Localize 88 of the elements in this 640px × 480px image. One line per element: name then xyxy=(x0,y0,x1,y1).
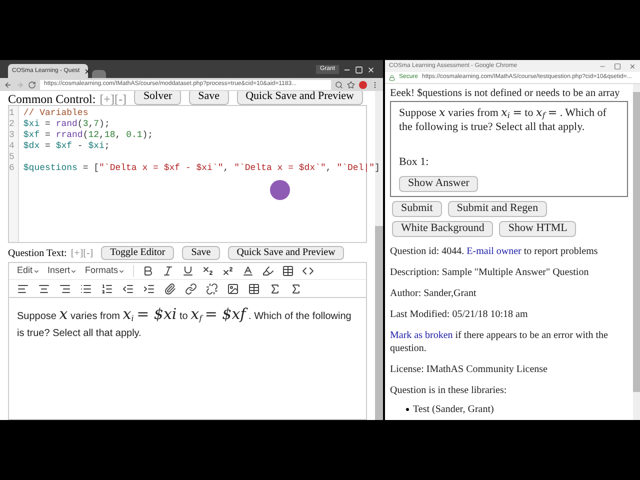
line-number: 5 xyxy=(9,152,14,163)
math-expression: = xyxy=(512,106,522,119)
sigma-icon[interactable] xyxy=(269,282,281,294)
editor-text[interactable]: Suppose x varies from x$_{i}$ = $xi to x$_{f}$ = $xf . Which of the following is true? Select all that apply. xyxy=(9,298,366,342)
table-icon[interactable] xyxy=(248,282,260,294)
info-text: Question id: 4044. E-mail owner to report problems xyxy=(390,244,599,258)
math-expression: = $xf xyxy=(204,305,246,323)
code-line: $questions = ["`Delta x = $xf - $xi`", "`Delta x = $dx`", "`Del|"] xyxy=(23,163,380,174)
info-text: Question is in these libraries: xyxy=(390,384,508,396)
code-line: $dx = $xf - $xi; xyxy=(23,141,111,152)
menu-button[interactable]: Formats xyxy=(85,264,126,278)
math-expression: x$_{f}$ xyxy=(190,305,202,323)
unlink-icon[interactable] xyxy=(206,282,218,294)
bold-icon[interactable] xyxy=(142,265,154,277)
library-item: Test (Sander, Grant) xyxy=(406,402,628,416)
grid-icon[interactable] xyxy=(282,265,294,277)
superscript-icon[interactable] xyxy=(222,265,234,277)
line-number: 4 xyxy=(9,141,14,152)
line-number: 2 xyxy=(9,119,14,130)
button[interactable]: Show HTML xyxy=(499,220,576,236)
info-text: Last Modified: 05/21/18 10:18 am xyxy=(390,308,529,320)
info-text: License: IMathAS Community License xyxy=(390,362,548,376)
outdent-icon[interactable] xyxy=(122,282,134,294)
info-text: Description: Sample "Multiple Answer" Question xyxy=(390,266,590,278)
close-icon[interactable] xyxy=(84,68,91,74)
link[interactable]: E-mail owner xyxy=(466,246,522,256)
math-expression: x xyxy=(439,106,446,119)
star-icon[interactable] xyxy=(347,80,355,88)
align-right-icon[interactable] xyxy=(59,282,71,294)
code-line: // Variables xyxy=(23,108,90,119)
math-expression: x xyxy=(59,305,68,323)
button[interactable]: Show Answer xyxy=(399,176,478,192)
code-icon[interactable] xyxy=(302,265,314,277)
math-expression: = xyxy=(548,106,558,119)
align-center-icon[interactable] xyxy=(38,282,50,294)
align-left-icon[interactable] xyxy=(17,282,29,294)
reload-icon[interactable] xyxy=(28,80,36,88)
question-text: Suppose x varies from x$_{i}$ = to x$_{f}$ = . Which of the following is true? Select all that apply. xyxy=(399,106,608,134)
image-icon[interactable] xyxy=(227,282,239,294)
numbered-list-icon[interactable] xyxy=(101,282,113,294)
underline-icon[interactable] xyxy=(182,265,194,277)
expand-toggle[interactable]: [+][-] xyxy=(70,246,94,260)
button[interactable]: Toggle Editor xyxy=(101,246,174,260)
caret-icon xyxy=(118,268,126,274)
info-text: Mark as broken if there appears to be an error with the question. xyxy=(390,328,609,354)
section-label: Question Text: xyxy=(8,246,67,260)
line-number: 1 xyxy=(9,108,14,119)
maximize-icon[interactable] xyxy=(614,62,621,70)
button[interactable]: Quick Save and Preview xyxy=(236,91,364,105)
math-expression: = $xi xyxy=(136,305,177,323)
caret-icon xyxy=(70,268,78,274)
info-text: Author: Sander,Grant xyxy=(390,286,478,300)
italic-icon[interactable] xyxy=(162,265,174,277)
section-label: Common Control: xyxy=(8,93,96,105)
link-icon[interactable] xyxy=(185,282,197,294)
caret-icon xyxy=(32,268,40,274)
button[interactable]: Quick Save and Preview xyxy=(228,246,344,260)
search-icon[interactable] xyxy=(335,80,343,88)
button[interactable]: White Background xyxy=(392,220,494,236)
cursor-highlight xyxy=(270,180,290,200)
math-expression: x$_{f}$ xyxy=(536,106,546,119)
code-line: $xf = rrand(12,18, 0.1); xyxy=(23,130,154,141)
back-icon[interactable] xyxy=(4,80,12,88)
math-expression: x$_{i}$ xyxy=(501,106,510,119)
highlight-icon[interactable] xyxy=(262,265,274,277)
menu-button[interactable]: Insert xyxy=(48,264,78,278)
error-message: Eeek! $questions is not defined or needs to be an array xyxy=(390,87,620,101)
link[interactable]: Mark as broken xyxy=(390,330,453,340)
expand-toggle[interactable]: [+][-] xyxy=(100,93,126,105)
button[interactable]: Save xyxy=(182,246,220,260)
math-expression: x$_{i}$ xyxy=(122,305,134,323)
lock-icon xyxy=(389,74,395,80)
button[interactable]: Save xyxy=(189,91,229,105)
button[interactable]: Submit xyxy=(392,201,442,217)
line-number: 3 xyxy=(9,130,14,141)
button[interactable]: Submit and Regen xyxy=(448,201,548,217)
code-line: $xi = rand(3,7); xyxy=(23,119,111,130)
indent-icon[interactable] xyxy=(143,282,155,294)
paperclip-icon[interactable] xyxy=(164,282,176,294)
sigma-icon[interactable] xyxy=(290,282,302,294)
button[interactable]: Solver xyxy=(134,91,182,105)
extension-icon[interactable] xyxy=(359,80,367,88)
text-color-icon[interactable] xyxy=(242,265,254,277)
menu-button[interactable]: Edit xyxy=(17,264,40,278)
box-label: Box 1: xyxy=(399,154,430,170)
close-icon[interactable] xyxy=(629,62,636,70)
subscript-icon[interactable] xyxy=(202,265,214,277)
line-number: 6 xyxy=(9,163,14,174)
